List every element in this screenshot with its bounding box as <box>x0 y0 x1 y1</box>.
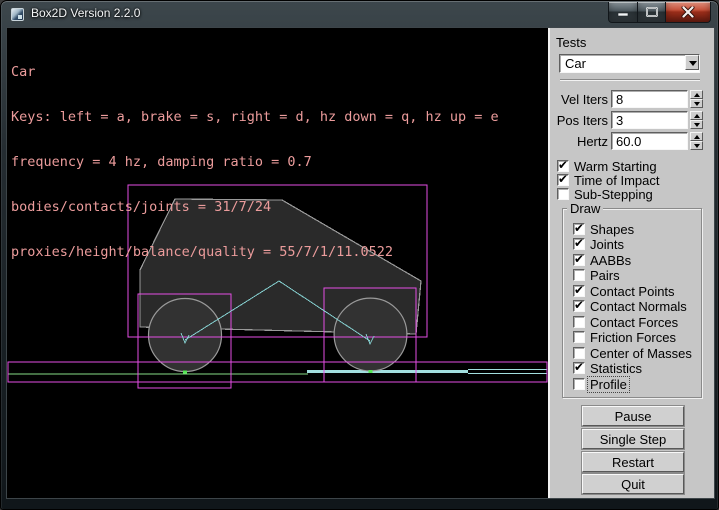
client-area: Car Keys: left = a, brake = s, right = d… <box>7 28 714 498</box>
close-icon <box>682 7 695 18</box>
arrow-up-icon <box>694 135 700 139</box>
check-icon: ✔ <box>574 360 584 374</box>
pos-iters-stepper <box>690 111 703 129</box>
app-icon <box>11 8 24 21</box>
app-window: Box2D Version 2.2.0 <box>0 0 719 510</box>
hertz-input[interactable]: 60.0 <box>611 132 688 150</box>
front-wheel-shape <box>334 298 407 371</box>
check-icon: ✔ <box>574 221 584 235</box>
contact-point-rear <box>183 371 187 374</box>
tests-dropdown[interactable]: Car <box>559 54 700 73</box>
checkbox-box[interactable]: ✔ <box>573 316 585 328</box>
stats-overlay: Car Keys: left = a, brake = s, right = d… <box>11 35 499 290</box>
checkbox-label: Contact Forces <box>590 315 678 330</box>
vel-iters-stepper <box>690 90 703 108</box>
checkbox-box[interactable]: ✔ <box>573 362 585 374</box>
stats-line: bodies/contacts/joints = 31/7/24 <box>11 200 499 215</box>
maximize-icon <box>645 7 658 18</box>
checkbox-label: Center of Masses <box>590 346 692 361</box>
stats-line: frequency = 4 hz, damping ratio = 0.7 <box>11 155 499 170</box>
checkbox-label: AABBs <box>590 253 631 268</box>
spinner-up-button[interactable] <box>690 132 703 141</box>
spinner-down-button[interactable] <box>690 120 703 129</box>
checkbox-label: Sub-Stepping <box>574 187 653 202</box>
checkbox-box[interactable]: ✔ <box>573 254 585 266</box>
contact-point-front <box>369 370 373 373</box>
arrow-down-icon <box>694 123 700 127</box>
chevron-down-icon <box>689 61 697 66</box>
restart-button[interactable]: Restart <box>582 452 684 472</box>
checkbox-box[interactable]: ✔ <box>557 188 569 200</box>
arrow-up-icon <box>694 114 700 118</box>
check-icon: ✔ <box>574 252 584 266</box>
tests-label: Tests <box>556 35 586 50</box>
quit-button[interactable]: Quit <box>582 474 684 494</box>
check-icon: ✔ <box>574 283 584 297</box>
pos-iters-row: Pos Iters 3 <box>550 111 716 129</box>
checkbox-box[interactable]: ✔ <box>573 300 585 312</box>
draw-group-title: Draw <box>567 201 603 216</box>
separator <box>560 79 700 81</box>
minimize-icon <box>617 7 629 17</box>
arrow-down-icon <box>694 102 700 106</box>
checkbox-label: Friction Forces <box>590 330 676 345</box>
checkbox-box[interactable]: ✔ <box>573 378 585 390</box>
spinner-down-button[interactable] <box>690 99 703 108</box>
simulation-canvas[interactable]: Car Keys: left = a, brake = s, right = d… <box>7 28 548 498</box>
close-button[interactable] <box>666 2 711 23</box>
spinner-up-button[interactable] <box>690 111 703 120</box>
checkbox-box[interactable]: ✔ <box>557 160 569 172</box>
arrow-down-icon <box>694 144 700 148</box>
checkbox-box[interactable]: ✔ <box>573 331 585 343</box>
minimize-button[interactable] <box>608 2 638 23</box>
pause-button[interactable]: Pause <box>582 406 684 426</box>
checkbox-box[interactable]: ✔ <box>573 347 585 359</box>
pos-iters-label: Pos Iters <box>550 113 608 128</box>
hertz-row: Hertz 60.0 <box>550 132 716 150</box>
spinner-up-button[interactable] <box>690 90 703 99</box>
checkbox-label: Time of Impact <box>574 173 659 188</box>
check-icon: ✔ <box>558 158 568 172</box>
checkbox-label: Statistics <box>590 361 642 376</box>
stats-line: proxies/height/balance/quality = 55/7/1/… <box>11 245 499 260</box>
stats-line: Keys: left = a, brake = s, right = d, hz… <box>11 110 499 125</box>
check-icon: ✔ <box>574 236 584 250</box>
single-step-button[interactable]: Single Step <box>582 429 684 449</box>
tests-dropdown-button[interactable] <box>685 55 699 70</box>
hertz-label: Hertz <box>550 134 608 149</box>
checkbox-label: Contact Points <box>590 284 675 299</box>
hertz-stepper <box>690 132 703 150</box>
tests-dropdown-value: Car <box>565 56 586 71</box>
stats-line: Car <box>11 65 499 80</box>
checkbox-label: Pairs <box>590 268 620 283</box>
checkbox-box[interactable]: ✔ <box>573 223 585 235</box>
spinner-down-button[interactable] <box>690 141 703 150</box>
checkbox-box[interactable]: ✔ <box>573 269 585 281</box>
check-icon: ✔ <box>574 298 584 312</box>
checkbox-label: Contact Normals <box>590 299 687 314</box>
title-bar[interactable]: Box2D Version 2.2.0 <box>2 2 717 25</box>
checkbox-box[interactable]: ✔ <box>573 285 585 297</box>
vel-iters-label: Vel Iters <box>550 92 608 107</box>
rear-wheel-shape <box>149 299 222 372</box>
maximize-button[interactable] <box>638 2 666 23</box>
check-icon: ✔ <box>558 172 568 186</box>
checkbox-label: Warm Starting <box>574 159 657 174</box>
window-title: Box2D Version 2.2.0 <box>31 6 140 20</box>
checkbox-label: Profile <box>588 377 629 392</box>
vel-iters-input[interactable]: 8 <box>611 90 688 108</box>
checkbox-label: Joints <box>590 237 624 252</box>
window-controls <box>608 2 711 23</box>
checkbox-box[interactable]: ✔ <box>557 174 569 186</box>
checkbox-label: Shapes <box>590 222 634 237</box>
vel-iters-row: Vel Iters 8 <box>550 90 716 108</box>
control-panel: Tests Car Vel Iters 8 Pos Iters 3 <box>548 28 714 498</box>
checkbox-box[interactable]: ✔ <box>573 238 585 250</box>
arrow-up-icon <box>694 93 700 97</box>
pos-iters-input[interactable]: 3 <box>611 111 688 129</box>
